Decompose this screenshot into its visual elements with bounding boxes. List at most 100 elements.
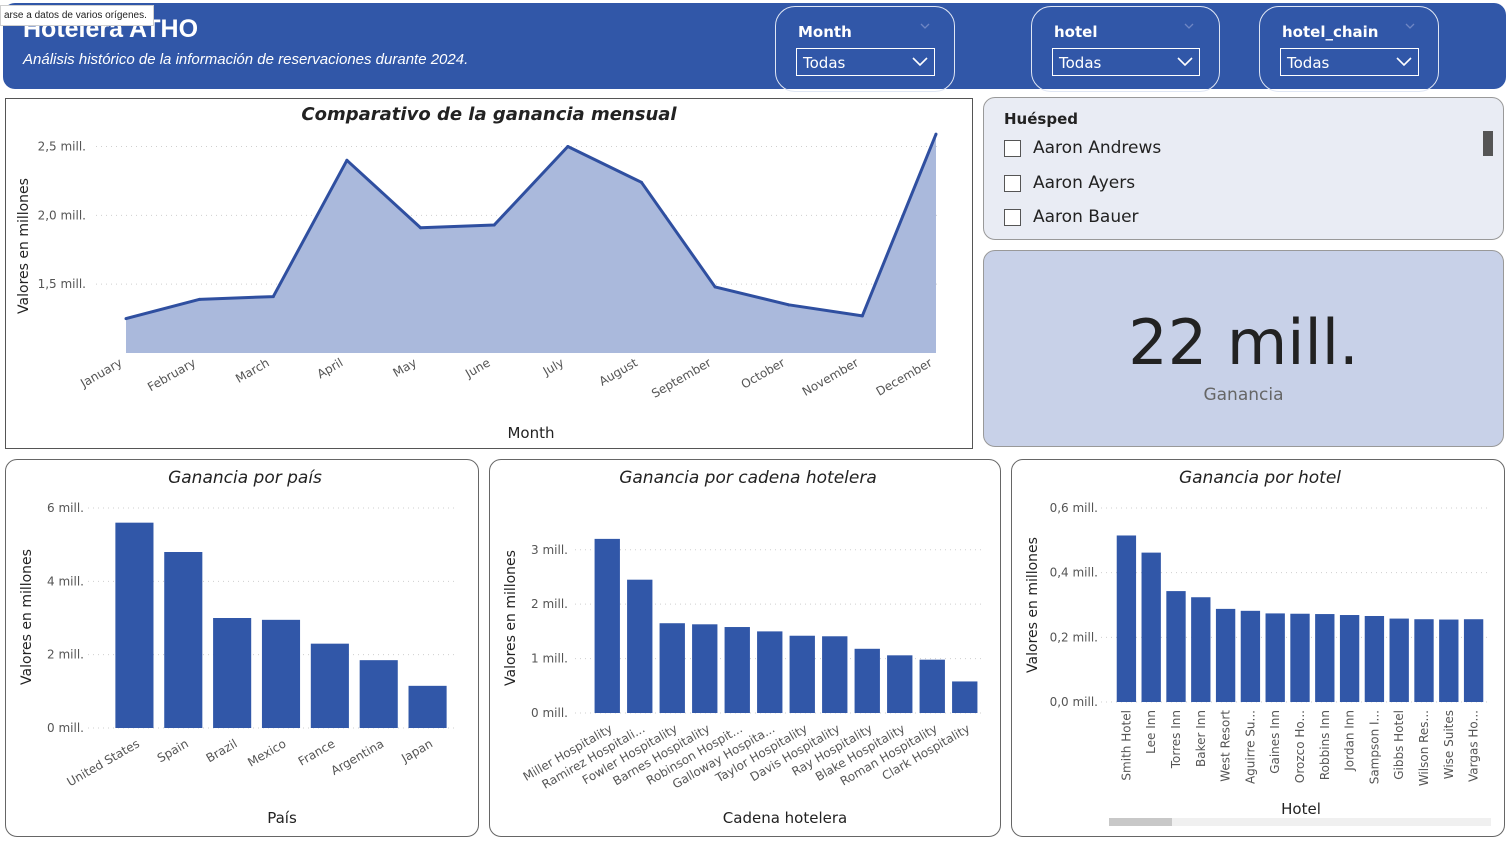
x-tick-label: Jordan Inn (1343, 710, 1357, 772)
x-axis-label: Hotel (1281, 800, 1321, 818)
x-tick-label: Spain (155, 736, 191, 765)
checkbox[interactable] (1004, 140, 1021, 157)
x-tick-label: May (391, 355, 419, 380)
bar (1364, 615, 1385, 702)
bar (692, 624, 718, 713)
hotel-profit-chart: Ganancia por hotel 0,0 mill. 0,2 mill. 0,4 … (1025, 468, 1488, 818)
x-tick-label: United States (65, 736, 142, 789)
x-tick-label: March (233, 355, 272, 385)
data-point (492, 223, 496, 227)
y-tick-label: 2 mill. (531, 597, 568, 611)
hotel-dropdown[interactable]: Todas (1052, 48, 1200, 76)
checkbox[interactable] (1004, 175, 1021, 192)
x-tick-label: Wilson Res... (1417, 710, 1431, 786)
y-axis-label: Valores en millones (503, 550, 519, 686)
month-slicer-label: Month (798, 23, 852, 41)
chevron-down-icon (1396, 57, 1412, 67)
hotel-chain-slicer-label: hotel_chain (1282, 23, 1379, 41)
x-tick-label: Sampson I... (1367, 710, 1381, 784)
x-tick-label: Smith Hotel (1119, 710, 1133, 781)
bar (164, 552, 203, 728)
chart-title: Ganancia por país (168, 468, 322, 488)
horizontal-scrollbar-thumb[interactable] (1109, 818, 1172, 826)
bar (919, 659, 945, 713)
x-tick-label: Aguirre Su... (1243, 710, 1257, 784)
tooltip: arse a datos de varios orígenes. (0, 5, 154, 26)
kpi-value: 22 mill. (1128, 306, 1359, 379)
bar (1290, 613, 1310, 702)
x-tick-label: Japan (398, 736, 435, 765)
chevron-down-icon[interactable] (920, 21, 930, 31)
hotel-chain-dropdown[interactable]: Todas (1280, 48, 1419, 76)
data-point (934, 132, 938, 136)
bar (1439, 619, 1459, 702)
y-tick-label: 0 mill. (47, 721, 84, 735)
data-point (345, 158, 349, 162)
x-axis-label: País (267, 809, 297, 827)
y-tick-label: 1 mill. (531, 652, 568, 666)
bar (757, 631, 783, 713)
guest-name: Aaron Andrews (1033, 138, 1162, 158)
bar (1240, 610, 1261, 702)
x-tick-label: Vargas Ho... (1467, 710, 1481, 782)
month-slicer: Month Todas (775, 6, 955, 92)
checkbox[interactable] (1004, 209, 1021, 226)
x-tick-label: December (874, 355, 935, 398)
bar (1339, 615, 1360, 702)
bar (261, 619, 301, 728)
data-point (271, 295, 275, 299)
monthly-profit-chart: Comparativo de la ganancia mensual 1,5 mi… (16, 104, 938, 442)
y-tick-label: 2,5 mill. (38, 140, 86, 154)
data-point (787, 303, 791, 307)
y-tick-label: 4 mill. (47, 574, 84, 588)
bar (1389, 618, 1409, 702)
data-point (198, 297, 202, 301)
bar (310, 643, 349, 728)
data-point (419, 226, 423, 230)
x-tick-label: Lee Inn (1144, 710, 1158, 754)
data-point (124, 317, 128, 321)
y-tick-label: 0,4 mill. (1050, 566, 1098, 580)
y-axis-label: Valores en millones (19, 549, 35, 685)
x-tick-label: February (145, 355, 198, 394)
monthly-profit-panel: Comparativo de la ganancia mensual 1,5 mi… (5, 98, 973, 449)
x-tick-label: Gaines Inn (1268, 710, 1282, 774)
y-tick-label: 0,0 mill. (1050, 695, 1098, 709)
x-tick-label: November (800, 355, 861, 398)
y-tick-label: 1,5 mill. (38, 277, 86, 291)
x-tick-label: Orozco Ho... (1293, 710, 1307, 783)
month-dropdown-value: Todas (803, 54, 846, 72)
chevron-down-icon[interactable] (1405, 21, 1415, 31)
horizontal-scrollbar-track[interactable] (1109, 818, 1491, 826)
bar (1215, 608, 1236, 702)
country-profit-chart: Ganancia por país 0 mill. 2 mill. 4 mill. 6 … (19, 468, 454, 827)
data-point (566, 145, 570, 149)
chevron-down-icon[interactable] (1184, 21, 1194, 31)
x-tick-label: Baker Inn (1194, 710, 1208, 767)
y-tick-label: 2 mill. (47, 648, 84, 662)
y-axis-label: Valores en millones (16, 178, 32, 314)
kpi-label: Ganancia (1203, 385, 1284, 405)
x-tick-label: Torres Inn (1169, 710, 1183, 769)
area-fill (126, 134, 936, 353)
bar (1166, 591, 1186, 702)
chart-title: Comparativo de la ganancia mensual (301, 104, 677, 125)
header-bar: Hotelera ATHO Análisis histórico de la i… (3, 3, 1506, 92)
scrollbar[interactable] (1483, 131, 1493, 156)
bar (1414, 619, 1434, 702)
bar (822, 636, 848, 713)
y-tick-label: 3 mill. (531, 543, 568, 557)
x-tick-label: June (462, 355, 493, 381)
country-profit-panel: Ganancia por país 0 mill. 2 mill. 4 mill. 6 … (5, 459, 479, 837)
bar (1265, 613, 1285, 702)
bar (408, 685, 447, 728)
x-tick-label: October (739, 355, 788, 391)
hotel-slicer-label: hotel (1054, 23, 1098, 41)
bar (952, 681, 978, 713)
hotel-slicer: hotel Todas (1031, 6, 1220, 92)
x-tick-label: April (315, 355, 346, 381)
month-dropdown[interactable]: Todas (796, 48, 935, 76)
x-tick-label: Robbins Inn (1318, 710, 1332, 780)
guest-name: Aaron Bauer (1033, 207, 1139, 227)
bar (213, 618, 252, 728)
